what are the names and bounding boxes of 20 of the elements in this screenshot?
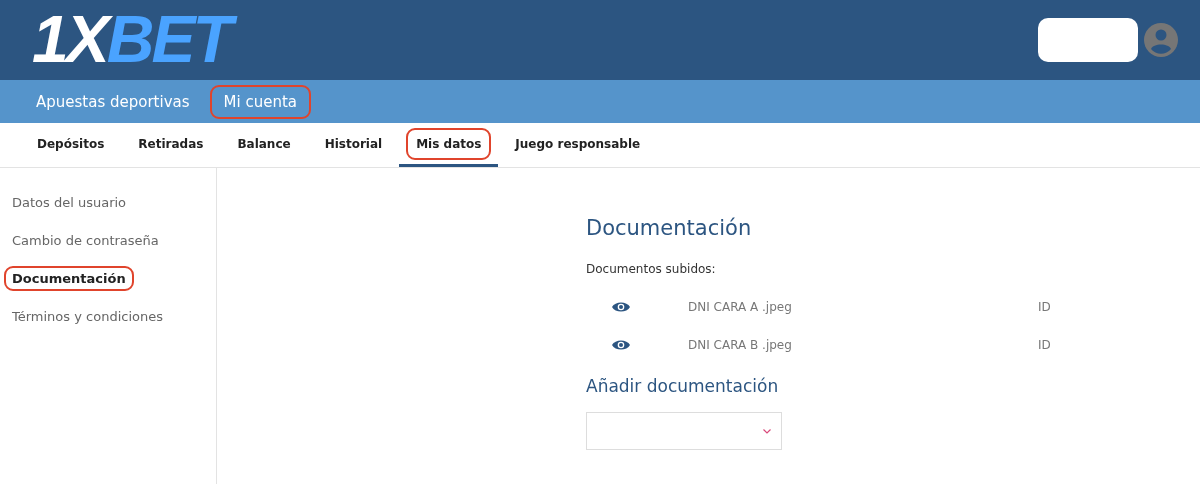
eye-icon[interactable] (612, 339, 630, 351)
uploaded-label: Documentos subidos: (586, 262, 717, 276)
section-title: Documentación (586, 216, 753, 240)
sidebar-item[interactable]: Cambio de contraseña (4, 228, 167, 253)
sidebar-item[interactable]: Términos y condiciones (4, 304, 171, 329)
chevron-down-icon (763, 428, 771, 434)
tab[interactable]: Depósitos (20, 123, 122, 167)
sidebar-item[interactable]: Documentación (4, 266, 134, 291)
add-title: Añadir documentación (586, 376, 780, 396)
tab[interactable]: Balance (220, 123, 308, 167)
document-type: ID (1038, 338, 1052, 352)
eye-icon[interactable] (612, 301, 630, 313)
tab[interactable]: Juego responsable (498, 123, 658, 167)
tab[interactable]: Historial (307, 123, 400, 167)
tab[interactable]: Retiradas (121, 123, 221, 167)
logo: 1XBET (28, 2, 242, 78)
document-type: ID (1038, 300, 1052, 314)
document-name: DNI CARA B .jpeg (688, 338, 793, 352)
document-name: DNI CARA A .jpeg (688, 300, 793, 314)
sidebar-item[interactable]: Datos del usuario (4, 190, 135, 215)
